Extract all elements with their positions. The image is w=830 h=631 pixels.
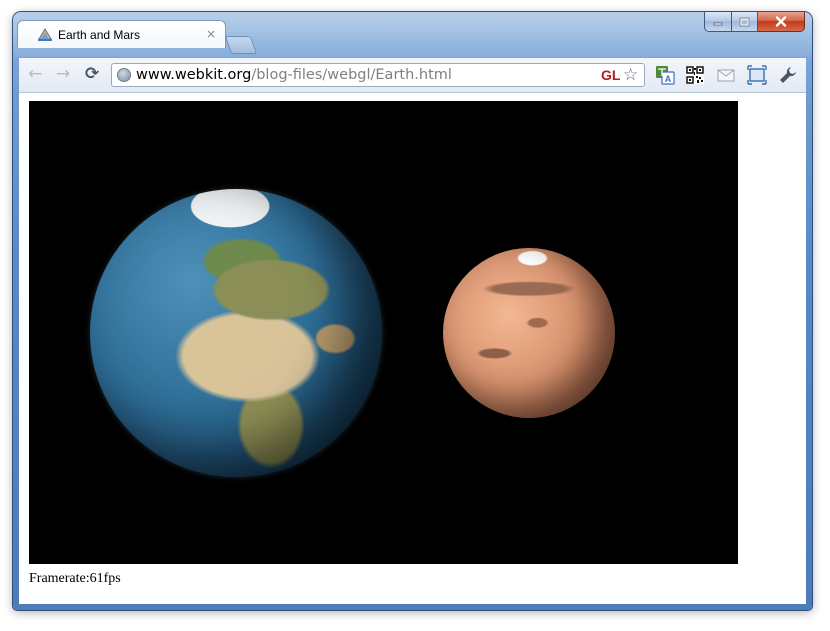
url-path: /blog-files/webgl/Earth.html	[251, 67, 452, 83]
mail-icon[interactable]	[716, 65, 736, 85]
tab-earth-and-mars[interactable]: Earth and Mars ×	[17, 20, 226, 48]
page-content: Framerate:61fps	[19, 93, 806, 604]
address-bar[interactable]: www.webkit.org/blog-files/webgl/Earth.ht…	[111, 63, 645, 87]
reload-button[interactable]: ⟳	[85, 66, 99, 83]
back-button[interactable]: ←	[28, 66, 42, 83]
forward-button[interactable]: →	[56, 66, 70, 83]
framerate-label: Framerate:61fps	[29, 571, 121, 586]
tab-close-icon[interactable]: ×	[206, 27, 216, 41]
close-icon	[775, 16, 787, 27]
webgl-canvas[interactable]	[29, 101, 738, 564]
svg-text:A: A	[665, 74, 672, 84]
bookmark-star-icon[interactable]: ☆	[623, 65, 638, 85]
toolbar: ← → ⟳ www.webkit.org/blog-files/webgl/Ea…	[19, 58, 806, 93]
fullscreen-icon[interactable]	[747, 65, 767, 85]
qr-code-icon[interactable]	[685, 65, 705, 85]
webkit-favicon	[38, 28, 52, 41]
close-button[interactable]	[758, 12, 805, 32]
maximize-button[interactable]	[732, 12, 758, 32]
minimize-button[interactable]	[704, 12, 732, 32]
minimize-icon	[713, 22, 723, 25]
globe-icon	[117, 68, 131, 82]
mars-globe	[443, 248, 615, 418]
maximize-icon	[739, 17, 750, 26]
url-text[interactable]: www.webkit.org/blog-files/webgl/Earth.ht…	[136, 67, 452, 83]
caption-buttons	[704, 12, 805, 32]
translate-icon[interactable]: A	[655, 65, 675, 85]
webgl-badge-icon[interactable]: GL	[601, 67, 620, 83]
earth-globe	[90, 189, 382, 477]
url-host: www.webkit.org	[136, 67, 252, 83]
tab-title: Earth and Mars	[58, 28, 141, 42]
wrench-icon[interactable]	[778, 65, 798, 85]
